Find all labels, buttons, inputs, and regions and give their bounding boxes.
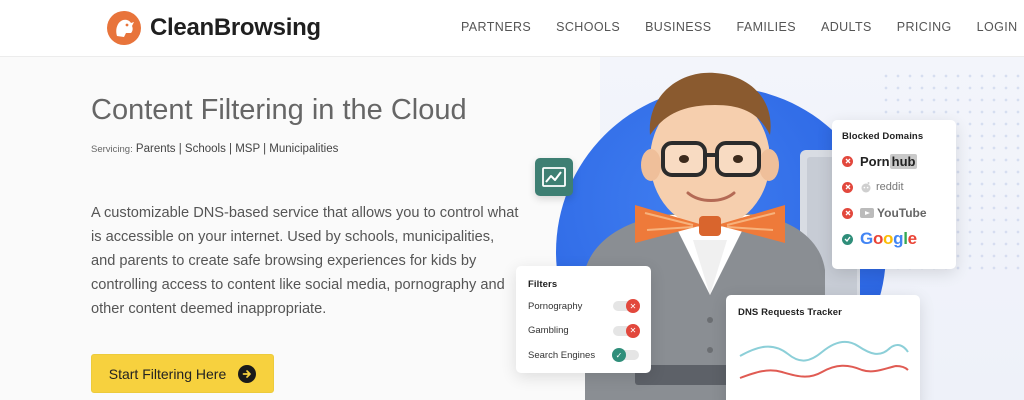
- domain-name: YouTube: [877, 206, 927, 220]
- sparkline-series-bottom: [739, 364, 909, 379]
- toggle-off-x-icon: ✕: [626, 323, 640, 338]
- nav-item-schools[interactable]: SCHOOLS: [556, 20, 620, 34]
- dns-tracker-title: DNS Requests Tracker: [738, 307, 842, 318]
- hero-title: Content Filtering in the Cloud: [91, 94, 467, 126]
- cleanbrowsing-logo-icon: [107, 11, 141, 45]
- dns-tracker-sparkline: [739, 340, 909, 379]
- filter-row: Search Engines ✓: [528, 343, 639, 368]
- domain-name-part2: hub: [889, 153, 918, 169]
- toggle-off-x-icon: ✕: [626, 299, 640, 314]
- blocked-x-icon: [842, 155, 853, 167]
- arrow-right-circle-icon: [238, 364, 257, 383]
- allowed-domain-row: Google: [842, 226, 946, 252]
- servicing-list: Parents | Schools | MSP | Municipalities: [135, 143, 339, 155]
- filter-row: Gambling ✕: [528, 319, 640, 344]
- domain-name: Google: [860, 229, 917, 248]
- site-header: CleanBrowsing PARTNERS SCHOOLS BUSINESS …: [0, 0, 1024, 57]
- nav-item-business[interactable]: BUSINESS: [645, 20, 711, 34]
- domain-name: reddit: [876, 181, 904, 193]
- filter-label: Search Engines: [528, 349, 596, 361]
- nav-item-adults[interactable]: ADULTS: [821, 20, 872, 34]
- filter-toggle-gambling[interactable]: ✕: [613, 323, 640, 338]
- servicing-prefix: Servicing:: [91, 144, 133, 155]
- blocked-domain-row: YouTube: [842, 200, 946, 226]
- domain-logo-youtube: YouTube: [860, 206, 927, 220]
- domain-logo-reddit: reddit: [860, 181, 904, 193]
- blocked-domain-row: reddit: [842, 174, 946, 200]
- domain-logo-google: Google: [860, 229, 917, 249]
- domain-logo-pornhub: Porn hub: [860, 153, 918, 169]
- blocked-domains-card: Blocked Domains Porn hub reddit YouTube G…: [832, 120, 956, 269]
- allowed-check-icon: [842, 233, 853, 245]
- nav-item-pricing[interactable]: PRICING: [897, 20, 952, 34]
- dns-requests-tracker-card: DNS Requests Tracker: [726, 295, 920, 400]
- start-filtering-button[interactable]: Start Filtering Here: [91, 354, 274, 393]
- domain-name-part1: Porn: [860, 153, 890, 169]
- nav-item-login[interactable]: LOGIN: [977, 20, 1018, 34]
- sparkline-series-top: [739, 340, 909, 362]
- blocked-x-icon: [842, 181, 853, 193]
- nav-item-partners[interactable]: PARTNERS: [461, 20, 531, 34]
- reddit-alien-icon: [861, 182, 871, 193]
- filter-row: Pornography ✕: [528, 294, 640, 319]
- filter-toggle-pornography[interactable]: ✕: [613, 299, 640, 314]
- blocked-domains-title: Blocked Domains: [842, 131, 924, 142]
- filters-card: Filters Pornography ✕ Gambling ✕ Search …: [516, 266, 651, 373]
- hero-description: A customizable DNS-based service that al…: [91, 205, 519, 317]
- brand-logo[interactable]: CleanBrowsing: [106, 10, 321, 46]
- filters-title: Filters: [528, 279, 558, 290]
- youtube-play-icon: [860, 208, 874, 218]
- filter-label: Gambling: [528, 325, 569, 337]
- nav-item-families[interactable]: FAMILIES: [736, 20, 795, 34]
- main-nav: PARTNERS SCHOOLS BUSINESS FAMILIES ADULT…: [461, 20, 1018, 34]
- start-filtering-label: Start Filtering Here: [108, 365, 227, 382]
- toggle-on-check-icon: ✓: [612, 348, 626, 363]
- filter-label: Pornography: [528, 300, 583, 312]
- analytics-chart-badge-icon: [535, 158, 573, 196]
- blocked-domain-row: Porn hub: [842, 148, 946, 174]
- filter-toggle-search-engines[interactable]: ✓: [612, 348, 639, 363]
- blocked-x-icon: [842, 207, 853, 219]
- servicing-line: Servicing: Parents | Schools | MSP | Mun…: [91, 143, 338, 155]
- brand-name: CleanBrowsing: [150, 14, 321, 41]
